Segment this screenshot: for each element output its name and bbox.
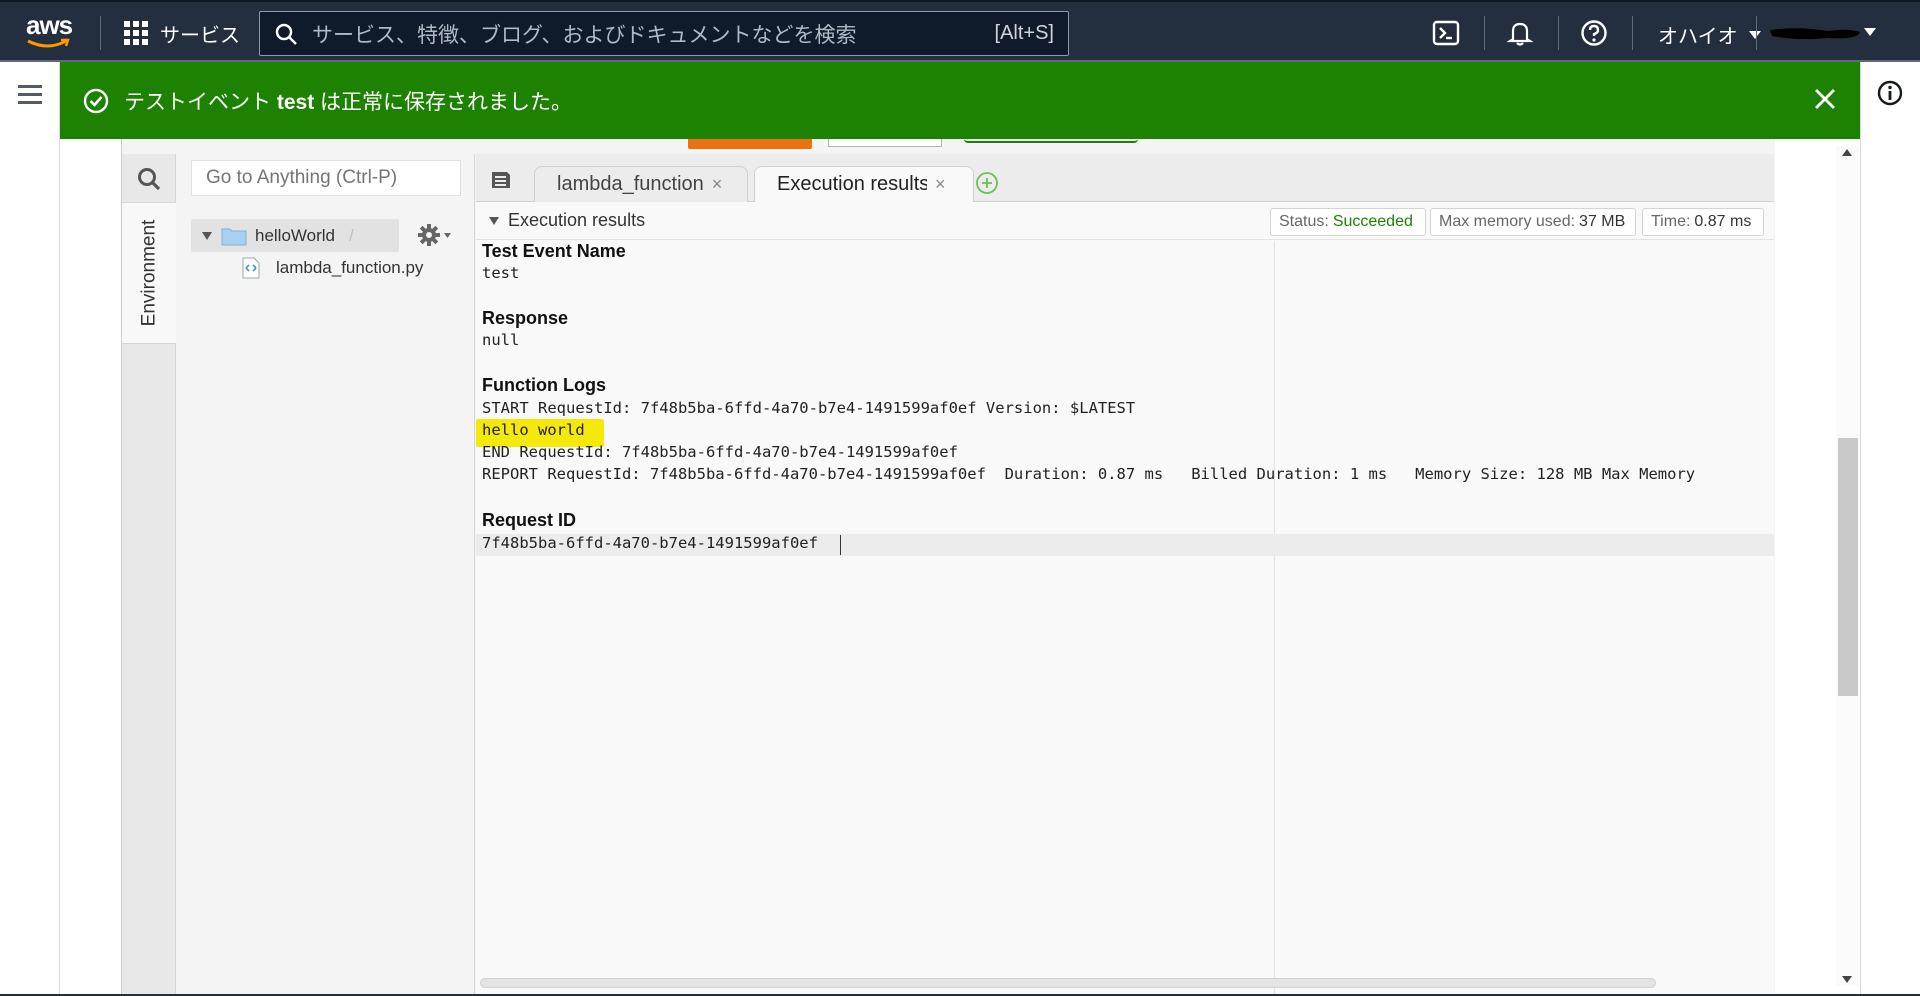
search-shortcut-hint: [Alt+S] [994,22,1054,44]
test-event-name-heading: Test Event Name [482,241,626,261]
collapse-arrow-icon [489,216,499,225]
save-button[interactable] [828,139,942,147]
bell-icon[interactable] [1506,19,1534,47]
deploy-status-button[interactable] [964,139,1138,143]
search-placeholder: サービス、特徴、ブログ、およびドキュメントなどを検索 [312,23,857,47]
results-title: Execution results [508,210,646,230]
status-badge: Status: Succeeded [1270,208,1426,236]
top-navigation: aws サービス サービス、特徴、ブログ、およびドキュメントなどを検索 [Alt… [0,0,1920,62]
print-margin-line [1274,241,1275,996]
close-icon[interactable] [1812,86,1838,112]
function-logs-heading: Function Logs [482,375,606,395]
tree-file-lambda-function[interactable]: lambda_function.py [240,253,423,283]
log-line: START RequestId: 7f48b5ba-6ffd-4a70-b7e4… [482,399,1136,417]
right-side-strip [1860,62,1920,996]
test-event-name-value: test [482,264,520,282]
services-label: サービス [160,24,240,47]
redacted-account-mark [1770,28,1876,40]
tab-menu-icon[interactable] [490,170,512,190]
search-icon [275,23,297,45]
success-flash-banner: テストイベント test は正常に保存されました。 [60,62,1860,139]
execution-results-panel [476,202,1774,996]
scroll-down-arrow-icon[interactable] [1840,974,1854,986]
tree-file-label: lambda_function.py [276,258,424,277]
nav-divider [1558,16,1559,50]
aws-logo[interactable]: aws [26,12,78,54]
help-icon[interactable] [1580,19,1608,47]
flash-message: テストイベント test は正常に保存されました。 [124,90,573,114]
horizontal-scrollbar[interactable] [480,978,1656,988]
hamburger-menu-icon[interactable] [18,84,44,106]
grid-icon [124,21,148,45]
tree-folder-path-suffix: / [349,225,354,245]
info-icon[interactable] [1877,80,1903,106]
results-collapse-toggle[interactable]: Execution results [488,210,645,231]
goto-anything-input[interactable] [191,160,461,196]
nav-divider [1632,16,1633,50]
add-tab-icon[interactable] [975,171,999,195]
scroll-up-arrow-icon[interactable] [1840,146,1854,158]
region-label: オハイオ [1658,26,1738,48]
python-file-icon [242,257,260,279]
nav-divider [1484,16,1485,50]
tab-close-icon[interactable]: × [712,174,723,195]
test-button[interactable] [688,139,812,149]
nav-divider [100,16,101,50]
global-search-input[interactable]: サービス、特徴、ブログ、およびドキュメントなどを検索 [Alt+S] [259,11,1069,56]
cloudshell-icon[interactable] [1432,19,1460,47]
tab-label: Execution results [777,173,927,195]
request-id-value[interactable]: 7f48b5ba-6ffd-4a70-b7e4-1491599af0ef [482,534,818,552]
region-selector[interactable]: オハイオ [1658,20,1762,49]
nav-divider [1756,16,1757,50]
search-icon[interactable] [136,166,162,192]
request-id-heading: Request ID [482,510,577,530]
log-line: END RequestId: 7f48b5ba-6ffd-4a70-b7e4-1… [482,443,958,461]
tab-label: lambda_function [557,173,704,195]
folder-icon [221,228,247,245]
vertical-scrollbar-thumb[interactable] [1838,438,1858,696]
tab-execution-results[interactable]: Execution results × [754,166,974,202]
log-line: REPORT RequestId: 7f48b5ba-6ffd-4a70-b7e… [482,465,1696,483]
caret-down-icon [1748,30,1761,39]
tab-close-icon[interactable]: × [935,174,946,195]
log-line: hello world [482,421,585,439]
account-menu[interactable] [1768,22,1878,44]
left-side-strip [0,62,60,996]
environment-tab-label: Environment [138,219,160,327]
settings-gear-icon[interactable] [418,222,454,248]
max-memory-badge: Max memory used: 37 MB [1430,208,1636,236]
expand-arrow-icon[interactable] [201,231,213,241]
response-heading: Response [482,308,569,328]
tree-folder-helloworld[interactable]: helloWorld / [191,219,399,252]
duration-badge: Time: 0.87 ms [1642,208,1764,236]
tab-lambda-function[interactable]: lambda_function × [534,166,748,202]
response-value: null [482,331,520,349]
text-cursor [840,535,841,555]
success-check-icon [83,88,109,113]
tree-folder-label: helloWorld [255,225,336,245]
services-menu-button[interactable]: サービス [124,18,240,48]
